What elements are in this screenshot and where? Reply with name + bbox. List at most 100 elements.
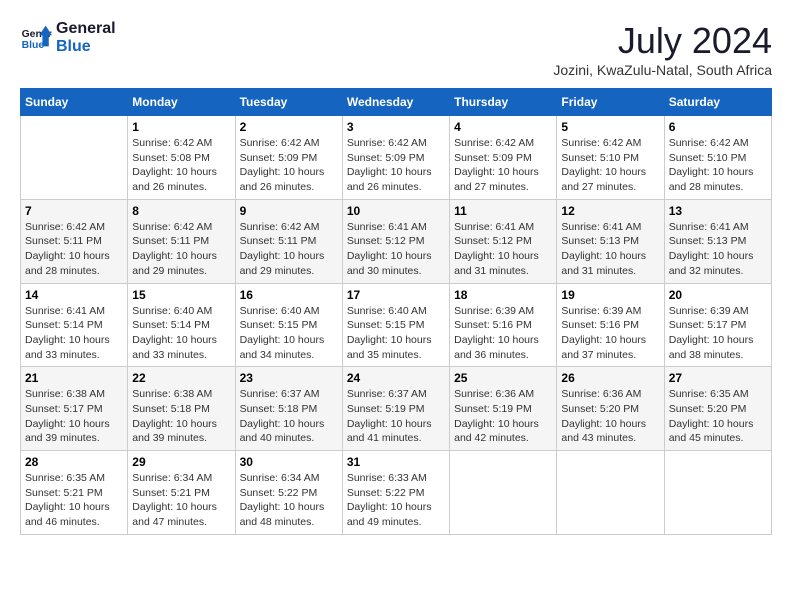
calendar-day-cell: 23 Sunrise: 6:37 AMSunset: 5:18 PMDaylig… <box>235 367 342 451</box>
calendar-day-cell: 7 Sunrise: 6:42 AMSunset: 5:11 PMDayligh… <box>21 199 128 283</box>
day-number: 29 <box>132 455 230 469</box>
calendar-day-cell: 28 Sunrise: 6:35 AMSunset: 5:21 PMDaylig… <box>21 451 128 535</box>
calendar-day-cell <box>557 451 664 535</box>
calendar-day-cell: 14 Sunrise: 6:41 AMSunset: 5:14 PMDaylig… <box>21 283 128 367</box>
calendar-day-cell: 13 Sunrise: 6:41 AMSunset: 5:13 PMDaylig… <box>664 199 771 283</box>
weekday-header: Wednesday <box>342 89 449 116</box>
day-number: 7 <box>25 204 123 218</box>
day-detail: Sunrise: 6:42 AMSunset: 5:10 PMDaylight:… <box>561 136 659 195</box>
calendar-day-cell: 11 Sunrise: 6:41 AMSunset: 5:12 PMDaylig… <box>450 199 557 283</box>
day-detail: Sunrise: 6:40 AMSunset: 5:15 PMDaylight:… <box>347 304 445 363</box>
day-number: 27 <box>669 371 767 385</box>
day-number: 25 <box>454 371 552 385</box>
calendar-day-cell: 16 Sunrise: 6:40 AMSunset: 5:15 PMDaylig… <box>235 283 342 367</box>
svg-text:Blue: Blue <box>22 40 45 51</box>
day-number: 17 <box>347 288 445 302</box>
day-detail: Sunrise: 6:41 AMSunset: 5:13 PMDaylight:… <box>561 220 659 279</box>
day-detail: Sunrise: 6:42 AMSunset: 5:09 PMDaylight:… <box>347 136 445 195</box>
calendar-week-row: 7 Sunrise: 6:42 AMSunset: 5:11 PMDayligh… <box>21 199 772 283</box>
day-number: 5 <box>561 120 659 134</box>
calendar-day-cell: 17 Sunrise: 6:40 AMSunset: 5:15 PMDaylig… <box>342 283 449 367</box>
calendar-day-cell: 22 Sunrise: 6:38 AMSunset: 5:18 PMDaylig… <box>128 367 235 451</box>
day-detail: Sunrise: 6:42 AMSunset: 5:08 PMDaylight:… <box>132 136 230 195</box>
day-number: 10 <box>347 204 445 218</box>
weekday-header: Tuesday <box>235 89 342 116</box>
day-detail: Sunrise: 6:39 AMSunset: 5:16 PMDaylight:… <box>454 304 552 363</box>
calendar-day-cell: 24 Sunrise: 6:37 AMSunset: 5:19 PMDaylig… <box>342 367 449 451</box>
day-detail: Sunrise: 6:38 AMSunset: 5:17 PMDaylight:… <box>25 387 123 446</box>
page-header: General Blue General Blue July 2024 Jozi… <box>20 20 772 78</box>
day-number: 19 <box>561 288 659 302</box>
day-number: 6 <box>669 120 767 134</box>
calendar-day-cell: 21 Sunrise: 6:38 AMSunset: 5:17 PMDaylig… <box>21 367 128 451</box>
day-detail: Sunrise: 6:39 AMSunset: 5:17 PMDaylight:… <box>669 304 767 363</box>
calendar-day-cell: 20 Sunrise: 6:39 AMSunset: 5:17 PMDaylig… <box>664 283 771 367</box>
calendar-day-cell: 15 Sunrise: 6:40 AMSunset: 5:14 PMDaylig… <box>128 283 235 367</box>
day-number: 18 <box>454 288 552 302</box>
day-detail: Sunrise: 6:42 AMSunset: 5:11 PMDaylight:… <box>240 220 338 279</box>
day-number: 3 <box>347 120 445 134</box>
day-number: 1 <box>132 120 230 134</box>
day-detail: Sunrise: 6:42 AMSunset: 5:11 PMDaylight:… <box>132 220 230 279</box>
day-detail: Sunrise: 6:38 AMSunset: 5:18 PMDaylight:… <box>132 387 230 446</box>
day-detail: Sunrise: 6:42 AMSunset: 5:09 PMDaylight:… <box>454 136 552 195</box>
day-number: 4 <box>454 120 552 134</box>
day-number: 11 <box>454 204 552 218</box>
day-detail: Sunrise: 6:41 AMSunset: 5:12 PMDaylight:… <box>454 220 552 279</box>
calendar-day-cell: 1 Sunrise: 6:42 AMSunset: 5:08 PMDayligh… <box>128 116 235 200</box>
day-number: 9 <box>240 204 338 218</box>
calendar-week-row: 14 Sunrise: 6:41 AMSunset: 5:14 PMDaylig… <box>21 283 772 367</box>
main-title: July 2024 <box>553 20 772 62</box>
calendar-day-cell: 10 Sunrise: 6:41 AMSunset: 5:12 PMDaylig… <box>342 199 449 283</box>
day-number: 22 <box>132 371 230 385</box>
day-number: 30 <box>240 455 338 469</box>
day-number: 21 <box>25 371 123 385</box>
calendar-day-cell: 2 Sunrise: 6:42 AMSunset: 5:09 PMDayligh… <box>235 116 342 200</box>
day-number: 23 <box>240 371 338 385</box>
calendar-day-cell: 25 Sunrise: 6:36 AMSunset: 5:19 PMDaylig… <box>450 367 557 451</box>
day-number: 31 <box>347 455 445 469</box>
calendar-day-cell <box>664 451 771 535</box>
calendar-day-cell: 30 Sunrise: 6:34 AMSunset: 5:22 PMDaylig… <box>235 451 342 535</box>
day-detail: Sunrise: 6:41 AMSunset: 5:12 PMDaylight:… <box>347 220 445 279</box>
day-detail: Sunrise: 6:36 AMSunset: 5:19 PMDaylight:… <box>454 387 552 446</box>
day-number: 15 <box>132 288 230 302</box>
calendar-day-cell: 3 Sunrise: 6:42 AMSunset: 5:09 PMDayligh… <box>342 116 449 200</box>
weekday-header: Friday <box>557 89 664 116</box>
calendar-day-cell: 27 Sunrise: 6:35 AMSunset: 5:20 PMDaylig… <box>664 367 771 451</box>
logo-line2: Blue <box>56 38 116 56</box>
day-detail: Sunrise: 6:33 AMSunset: 5:22 PMDaylight:… <box>347 471 445 530</box>
day-number: 14 <box>25 288 123 302</box>
day-detail: Sunrise: 6:42 AMSunset: 5:11 PMDaylight:… <box>25 220 123 279</box>
day-number: 26 <box>561 371 659 385</box>
calendar-week-row: 21 Sunrise: 6:38 AMSunset: 5:17 PMDaylig… <box>21 367 772 451</box>
day-detail: Sunrise: 6:36 AMSunset: 5:20 PMDaylight:… <box>561 387 659 446</box>
day-number: 16 <box>240 288 338 302</box>
calendar-table: SundayMondayTuesdayWednesdayThursdayFrid… <box>20 88 772 535</box>
day-detail: Sunrise: 6:41 AMSunset: 5:14 PMDaylight:… <box>25 304 123 363</box>
calendar-week-row: 28 Sunrise: 6:35 AMSunset: 5:21 PMDaylig… <box>21 451 772 535</box>
calendar-day-cell: 19 Sunrise: 6:39 AMSunset: 5:16 PMDaylig… <box>557 283 664 367</box>
day-detail: Sunrise: 6:35 AMSunset: 5:20 PMDaylight:… <box>669 387 767 446</box>
day-number: 20 <box>669 288 767 302</box>
calendar-day-cell: 6 Sunrise: 6:42 AMSunset: 5:10 PMDayligh… <box>664 116 771 200</box>
day-detail: Sunrise: 6:34 AMSunset: 5:21 PMDaylight:… <box>132 471 230 530</box>
day-detail: Sunrise: 6:42 AMSunset: 5:09 PMDaylight:… <box>240 136 338 195</box>
calendar-day-cell: 29 Sunrise: 6:34 AMSunset: 5:21 PMDaylig… <box>128 451 235 535</box>
calendar-day-cell: 8 Sunrise: 6:42 AMSunset: 5:11 PMDayligh… <box>128 199 235 283</box>
day-number: 13 <box>669 204 767 218</box>
logo: General Blue General Blue <box>20 20 116 56</box>
logo-icon: General Blue <box>20 24 52 52</box>
calendar-day-cell: 18 Sunrise: 6:39 AMSunset: 5:16 PMDaylig… <box>450 283 557 367</box>
day-number: 12 <box>561 204 659 218</box>
day-number: 2 <box>240 120 338 134</box>
calendar-day-cell <box>450 451 557 535</box>
weekday-header: Saturday <box>664 89 771 116</box>
calendar-day-cell: 9 Sunrise: 6:42 AMSunset: 5:11 PMDayligh… <box>235 199 342 283</box>
logo-line1: General <box>56 20 116 38</box>
weekday-header: Sunday <box>21 89 128 116</box>
calendar-day-cell: 5 Sunrise: 6:42 AMSunset: 5:10 PMDayligh… <box>557 116 664 200</box>
day-number: 28 <box>25 455 123 469</box>
calendar-header-row: SundayMondayTuesdayWednesdayThursdayFrid… <box>21 89 772 116</box>
weekday-header: Monday <box>128 89 235 116</box>
